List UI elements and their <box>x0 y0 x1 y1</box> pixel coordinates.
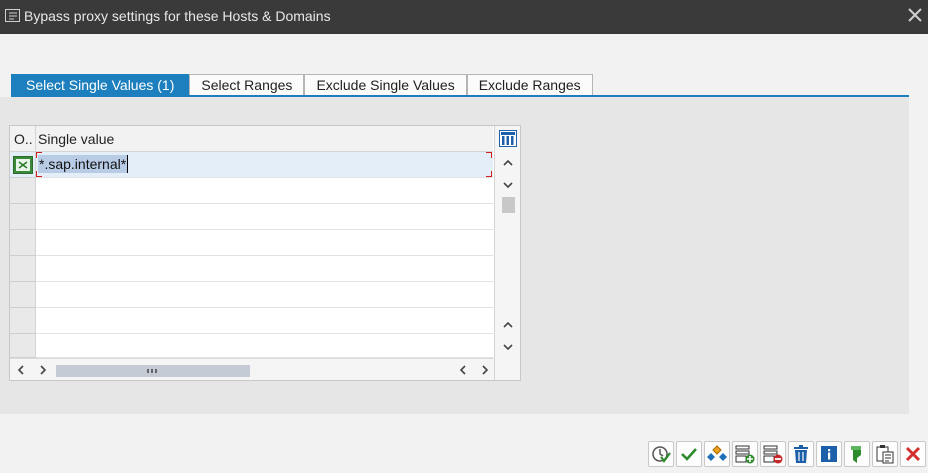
column-header-option[interactable]: O.. <box>10 126 36 152</box>
row-selector[interactable] <box>10 178 36 204</box>
table-row[interactable] <box>10 178 493 204</box>
import-button[interactable] <box>844 441 870 467</box>
help-icon <box>821 446 837 462</box>
row-selector[interactable] <box>10 230 36 256</box>
table-row[interactable] <box>10 204 493 230</box>
cancel-button[interactable] <box>900 441 926 467</box>
chevron-right-icon[interactable] <box>38 365 48 375</box>
table-row[interactable] <box>10 334 493 358</box>
chevron-up-icon[interactable] <box>502 158 514 168</box>
ok-button[interactable] <box>676 441 702 467</box>
table-row[interactable] <box>10 230 493 256</box>
single-value-cell[interactable] <box>36 310 493 332</box>
single-value-cell[interactable] <box>36 206 493 228</box>
row-selector[interactable] <box>10 334 36 358</box>
delete-all-button[interactable] <box>788 441 814 467</box>
selection-option-icon[interactable] <box>13 156 33 174</box>
multiple-selection-icon <box>707 445 727 461</box>
chevron-up-icon[interactable] <box>502 320 514 330</box>
table-row[interactable]: *.sap.internal* <box>10 152 493 178</box>
vertical-scroll-thumb[interactable] <box>502 197 515 213</box>
table-row[interactable] <box>10 282 493 308</box>
vertical-scrollbar[interactable] <box>494 126 520 380</box>
chevron-right-icon[interactable] <box>480 365 490 375</box>
import-icon <box>851 446 861 463</box>
single-value-text[interactable]: *.sap.internal* <box>38 155 129 173</box>
required-field-marker <box>486 171 492 177</box>
tab-select-ranges[interactable]: Select Ranges <box>189 74 305 96</box>
row-selector[interactable] <box>10 152 36 178</box>
column-settings-icon[interactable] <box>499 130 517 147</box>
paste-button[interactable] <box>872 441 898 467</box>
tab-select-single-values[interactable]: Select Single Values (1) <box>11 74 190 96</box>
execute-icon <box>652 446 671 463</box>
row-selector[interactable] <box>10 282 36 308</box>
insert-row-button[interactable] <box>732 441 758 467</box>
delete-row-icon <box>763 445 783 464</box>
window-title: Bypass proxy settings for these Hosts & … <box>24 8 331 24</box>
row-selector[interactable] <box>10 308 36 334</box>
title-bar: Bypass proxy settings for these Hosts & … <box>0 0 928 34</box>
chevron-left-icon[interactable] <box>458 365 468 375</box>
required-field-marker <box>36 152 42 158</box>
horizontal-scrollbar[interactable] <box>10 358 494 380</box>
column-header-single-value[interactable]: Single value <box>38 126 114 152</box>
cancel-icon <box>905 446 921 462</box>
window-icon <box>5 9 20 22</box>
paste-icon <box>876 445 894 464</box>
single-value-cell[interactable] <box>36 336 493 358</box>
insert-row-icon <box>735 445 755 464</box>
single-value-cell[interactable] <box>36 180 493 202</box>
multiple-selection-button[interactable] <box>704 441 730 467</box>
dialog-toolbar <box>648 441 928 467</box>
delete-all-icon <box>794 445 808 463</box>
horizontal-scroll-thumb[interactable] <box>56 365 250 377</box>
table-header: O.. Single value <box>10 126 493 152</box>
single-value-cell[interactable] <box>36 232 493 254</box>
row-selector[interactable] <box>10 256 36 282</box>
table-row[interactable] <box>10 308 493 334</box>
row-selector[interactable] <box>10 204 36 230</box>
delete-row-button[interactable] <box>760 441 786 467</box>
single-values-table: O.. Single value *.sap.internal* <box>9 125 521 381</box>
execute-button[interactable] <box>648 441 674 467</box>
chevron-down-icon[interactable] <box>502 342 514 352</box>
table-row[interactable] <box>10 256 493 282</box>
required-field-marker <box>486 152 492 158</box>
tab-strip: Select Single Values (1) Select Ranges E… <box>11 74 593 96</box>
single-value-cell[interactable] <box>36 284 493 306</box>
scroll-grip-icon <box>147 369 157 373</box>
tab-exclude-ranges[interactable]: Exclude Ranges <box>466 74 593 96</box>
chevron-left-icon[interactable] <box>16 365 26 375</box>
required-field-marker <box>36 171 42 177</box>
single-value-cell[interactable] <box>36 258 493 280</box>
help-button[interactable] <box>816 441 842 467</box>
close-icon[interactable] <box>906 6 924 24</box>
ok-icon <box>681 448 697 461</box>
tab-exclude-single-values[interactable]: Exclude Single Values <box>304 74 467 96</box>
chevron-down-icon[interactable] <box>502 180 514 190</box>
